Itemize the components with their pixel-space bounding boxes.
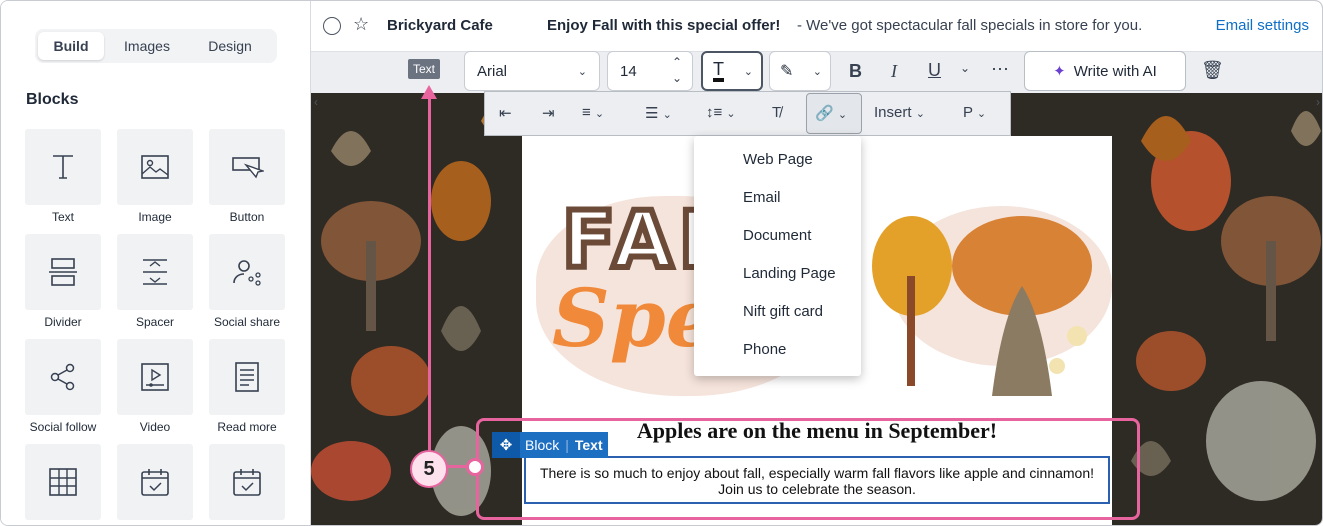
scroll-left-icon[interactable]: ‹ [314, 95, 318, 109]
menu-item-nift-gift-card[interactable]: Nift gift card [694, 300, 861, 338]
block-label: Text [51, 210, 74, 224]
chevron-down-icon: ⌄ [577, 65, 587, 78]
read-more-icon [235, 362, 259, 392]
block-read-more[interactable]: Read more [209, 339, 285, 444]
ai-button-label: Write with AI [1073, 62, 1157, 80]
bullet-list-icon[interactable]: ☰ ⌄ [645, 104, 672, 122]
email-header: ☆ Brickyard Cafe Enjoy Fall with this sp… [311, 1, 1322, 51]
paragraph-label: P [963, 104, 973, 121]
context-chip: Text [408, 59, 441, 79]
chevron-down-icon[interactable]: ⌄ [960, 61, 970, 75]
italic-button[interactable]: I [891, 61, 897, 82]
social-follow-icon [50, 363, 75, 391]
underline-button[interactable]: U [928, 60, 941, 81]
button-icon [232, 157, 264, 179]
text-color-icon: T [713, 60, 724, 82]
email-subject: Enjoy Fall with this special offer! [547, 17, 781, 34]
font-size-stepper[interactable]: 14 ⌃ ⌄ [607, 51, 693, 91]
menu-item-email[interactable]: Email [694, 186, 861, 224]
more-options-icon[interactable]: ⋯ [991, 59, 1009, 80]
annotation-line [428, 93, 431, 468]
block-label: Read more [217, 420, 277, 434]
app-window: Build Images Design Blocks Text Image Bu… [0, 0, 1323, 526]
table-icon [49, 468, 77, 496]
block-social-follow[interactable]: Social follow [25, 339, 101, 444]
email-preheader: - We've got spectacular fall specials in… [797, 17, 1143, 34]
insert-label: Insert [874, 104, 912, 121]
highlight-color-button[interactable]: ✎ ⌄ [769, 51, 831, 91]
align-center-icon[interactable]: ≡ ⌄ [582, 104, 604, 121]
sidebar-tabs: Build Images Design [35, 29, 277, 63]
menu-item-document[interactable]: Document [694, 224, 861, 262]
sparkle-icon: ✦ [1053, 63, 1066, 80]
chevron-down-icon: ⌄ [743, 65, 753, 78]
block-label: Image [138, 210, 172, 224]
line-height-icon[interactable]: ↕≡ ⌄ [706, 104, 736, 121]
select-radio[interactable] [323, 17, 341, 35]
block-label: Social share [213, 315, 281, 329]
block-label: Social follow [29, 420, 97, 434]
tab-images[interactable]: Images [104, 32, 190, 60]
calendar-icon [141, 469, 169, 496]
block-social-share[interactable]: Social share [209, 234, 285, 339]
video-icon [141, 363, 169, 391]
block-label: Button [229, 210, 265, 224]
text-icon [53, 155, 73, 179]
link-dropdown-menu: Web Page Email Document Landing Page Nif… [694, 136, 861, 376]
tab-build[interactable]: Build [38, 32, 104, 60]
menu-item-landing-page[interactable]: Landing Page [694, 262, 861, 300]
write-with-ai-button[interactable]: ✦ Write with AI [1024, 51, 1186, 91]
block-table[interactable] [25, 444, 101, 525]
font-family-select[interactable]: Arial ⌄ [464, 51, 600, 91]
menu-item-phone[interactable]: Phone [694, 338, 861, 376]
blocks-title: Blocks [26, 91, 79, 108]
block-video[interactable]: Video [117, 339, 193, 444]
image-icon [141, 155, 169, 179]
text-color-button[interactable]: T ⌄ [701, 51, 763, 91]
link-icon[interactable]: 🔗 ⌄ [815, 104, 847, 122]
step-number-badge: 5 [410, 450, 448, 488]
block-label: Divider [44, 315, 82, 329]
scroll-right-icon[interactable]: › [1316, 95, 1320, 109]
block-calendar[interactable] [117, 444, 193, 525]
paragraph-format-select[interactable]: P ⌄ [963, 104, 986, 121]
clear-format-icon[interactable]: T̸ [772, 104, 781, 121]
outdent-icon[interactable]: ⇤ [499, 104, 512, 122]
menu-item-web-page[interactable]: Web Page [694, 148, 861, 186]
annotation-dot [466, 458, 484, 476]
divider-icon [49, 258, 77, 286]
sender-name: Brickyard Cafe [387, 17, 493, 34]
stepper-arrows-icon: ⌃ ⌄ [671, 55, 682, 85]
annotation-arrow [421, 85, 437, 99]
email-settings-link[interactable]: Email settings [1216, 17, 1309, 34]
block-label: Spacer [135, 315, 175, 329]
sidebar: Build Images Design Blocks Text Image Bu… [1, 1, 311, 525]
indent-icon[interactable]: ⇥ [542, 104, 555, 122]
insert-menu[interactable]: Insert ⌄ [874, 104, 925, 121]
block-divider[interactable]: Divider [25, 234, 101, 339]
block-event[interactable] [209, 444, 285, 525]
font-size-value: 14 [620, 62, 637, 80]
event-icon [233, 469, 261, 496]
trash-icon[interactable]: 🗑 [1201, 60, 1224, 81]
block-text[interactable]: Text [25, 129, 101, 234]
highlighter-icon: ✎ [780, 63, 794, 80]
spacer-icon [143, 259, 167, 285]
annotation-highlight [476, 418, 1140, 520]
block-image[interactable]: Image [117, 129, 193, 234]
block-label: Video [139, 420, 171, 434]
block-spacer[interactable]: Spacer [117, 234, 193, 339]
social-share-icon [233, 260, 261, 286]
trees-illustration [872, 206, 1112, 396]
font-family-value: Arial [477, 62, 508, 80]
star-icon[interactable]: ☆ [353, 14, 369, 35]
format-toolbar-row2: ⇤ ⇥ ≡ ⌄ ☰ ⌄ ↕≡ ⌄ T̸ 🔗 ⌄ Insert ⌄ P ⌄ [484, 91, 1011, 136]
blocks-grid: Text Image Button Divider Spacer Social … [25, 129, 285, 525]
block-button[interactable]: Button [209, 129, 285, 234]
tab-design[interactable]: Design [190, 32, 270, 60]
chevron-down-icon: ⌄ [812, 65, 822, 78]
bold-button[interactable]: B [849, 61, 862, 82]
